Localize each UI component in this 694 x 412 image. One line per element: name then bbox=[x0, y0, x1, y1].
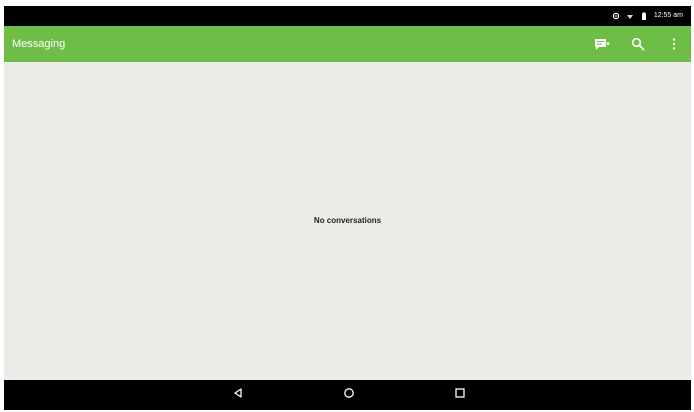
overflow-menu-icon bbox=[672, 37, 676, 51]
navigation-bar bbox=[4, 380, 691, 410]
empty-state-message: No conversations bbox=[313, 216, 382, 225]
home-icon bbox=[343, 386, 355, 404]
app-title: Messaging bbox=[12, 38, 66, 50]
recents-icon bbox=[454, 386, 466, 404]
status-time: 12:55 am bbox=[653, 12, 683, 19]
back-icon bbox=[232, 386, 244, 404]
conversation-list: No conversations bbox=[4, 62, 691, 380]
recents-button[interactable] bbox=[453, 388, 467, 402]
wifi-icon bbox=[626, 12, 634, 20]
search-button[interactable] bbox=[629, 35, 647, 53]
home-button[interactable] bbox=[342, 388, 356, 402]
device-screen: 12:55 am Messaging No conversations bbox=[4, 6, 691, 410]
search-icon bbox=[631, 37, 645, 51]
back-button[interactable] bbox=[231, 388, 245, 402]
overflow-menu-button[interactable] bbox=[665, 35, 683, 53]
app-actions bbox=[593, 26, 683, 62]
battery-icon bbox=[640, 12, 648, 20]
compose-message-icon bbox=[594, 37, 610, 51]
app-bar: Messaging bbox=[4, 26, 691, 62]
status-icons: 12:55 am bbox=[612, 11, 683, 21]
compose-message-button[interactable] bbox=[593, 35, 611, 53]
sync-icon bbox=[612, 12, 620, 20]
status-bar: 12:55 am bbox=[4, 6, 691, 26]
